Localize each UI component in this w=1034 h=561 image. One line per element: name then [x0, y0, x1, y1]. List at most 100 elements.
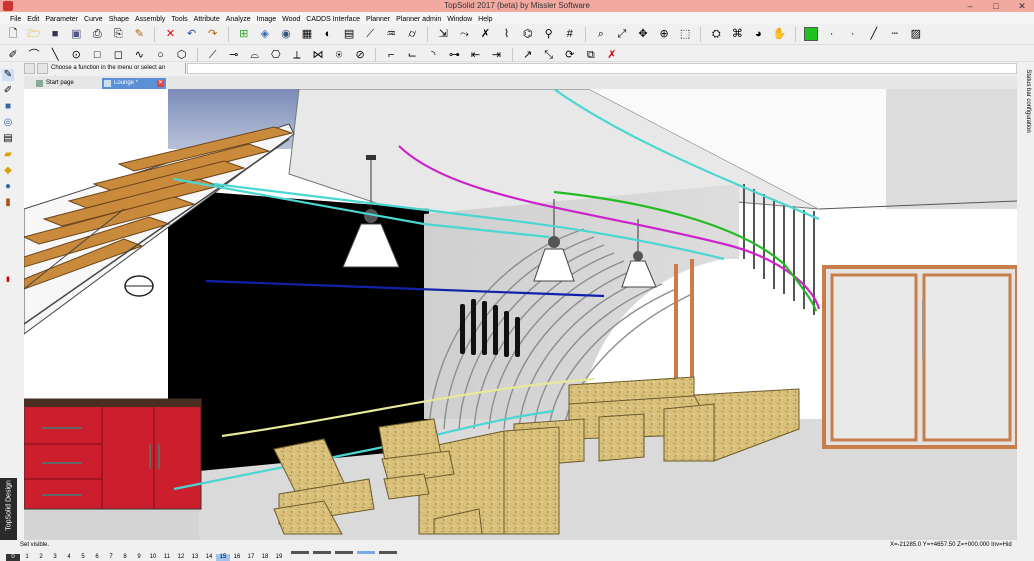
polygon-icon[interactable]: ⬡	[175, 48, 189, 62]
layer-button[interactable]: 16	[230, 554, 244, 561]
close-tab-icon[interactable]: ✕	[157, 80, 164, 87]
line-style-icon[interactable]: ╱	[867, 27, 881, 41]
point-icon[interactable]: ⊙	[69, 48, 83, 62]
undo-icon[interactable]: ↶	[185, 27, 199, 41]
corner-icon[interactable]: ⌐	[384, 48, 398, 62]
line-swatch[interactable]	[357, 551, 376, 554]
layer-button[interactable]: 0	[6, 554, 20, 561]
snap-icon[interactable]: ⤳	[457, 27, 471, 41]
layer-button[interactable]: 13	[188, 554, 202, 561]
zoom-window-icon[interactable]: ⌕	[594, 27, 608, 41]
select-icon[interactable]: ✎	[2, 69, 14, 81]
chamfer-icon[interactable]: ⎔	[269, 48, 283, 62]
eye-icon[interactable]: ◕	[751, 27, 765, 41]
delete-element-icon[interactable]: ✗	[605, 48, 619, 62]
pan-icon[interactable]: ✥	[636, 27, 650, 41]
layer-button[interactable]: 6	[90, 554, 104, 561]
delete-icon[interactable]: ✕	[164, 27, 178, 41]
stretch-icon[interactable]: ⇤	[468, 48, 482, 62]
layer-button[interactable]: 10	[146, 554, 160, 561]
layer-button[interactable]: 14	[202, 554, 216, 561]
cylinder-icon[interactable]: ⌭	[405, 27, 419, 41]
layer-button[interactable]: 11	[160, 554, 174, 561]
arc-icon[interactable]: ◝	[426, 48, 440, 62]
move-icon[interactable]: ↗	[521, 48, 535, 62]
rectangle-icon[interactable]: □	[90, 48, 104, 62]
lamp-icon[interactable]: ♒	[384, 27, 398, 41]
print-preview-icon[interactable]: ⎘	[111, 27, 125, 41]
tab-lounge[interactable]: Lounge * ✕	[102, 78, 166, 89]
sphere-icon[interactable]: ●	[2, 181, 14, 193]
view-top-icon[interactable]: ⌘	[730, 27, 744, 41]
frame-icon[interactable]: ⬚	[678, 27, 692, 41]
command-input[interactable]	[187, 63, 1017, 74]
hand-icon[interactable]: ✋	[772, 27, 787, 41]
wall-icon[interactable]: ▤	[342, 27, 356, 41]
color-icon[interactable]	[803, 27, 818, 41]
pick-icon[interactable]: ⇲	[436, 27, 450, 41]
new-icon[interactable]: 🗋	[6, 27, 20, 41]
trim-icon[interactable]: ⟋	[206, 48, 220, 62]
folder-icon[interactable]: ▰	[2, 149, 14, 161]
tree-icon[interactable]: ⊞	[237, 27, 251, 41]
align-icon[interactable]: ⇥	[490, 48, 504, 62]
camera-icon[interactable]: ◐	[321, 27, 335, 41]
cube-icon[interactable]: ■	[2, 101, 14, 113]
minimize-icon[interactable]: –	[958, 0, 982, 12]
copy-icon[interactable]: ⧉	[584, 48, 598, 62]
3d-viewport[interactable]	[24, 89, 1017, 540]
zoom-icon[interactable]: ⊕	[657, 27, 671, 41]
point-style-icon[interactable]: ·	[825, 27, 839, 41]
layer-button[interactable]: 12	[174, 554, 188, 561]
zoom-all-icon[interactable]: ⤢	[615, 27, 629, 41]
hatch-icon[interactable]: ▨	[909, 27, 923, 41]
orbit-icon[interactable]: ◎	[2, 117, 14, 129]
line-swatch[interactable]	[379, 551, 398, 554]
edit-icon[interactable]: ✐	[2, 85, 14, 97]
layer-button[interactable]: 7	[104, 554, 118, 561]
close-icon[interactable]: ✕	[1010, 0, 1034, 12]
split-icon[interactable]: ⊶	[447, 48, 461, 62]
stairs-icon[interactable]: ⟋	[363, 27, 377, 41]
point-size-icon[interactable]: ·	[846, 27, 860, 41]
layer-button[interactable]: 9	[132, 554, 146, 561]
print-icon[interactable]: ⎙	[90, 27, 104, 41]
right-side-panel[interactable]: Status bar configuration	[1022, 62, 1034, 540]
polyline-icon[interactable]: ⌒	[27, 48, 41, 62]
mirror-icon[interactable]: ⋈	[311, 48, 325, 62]
project-icon[interactable]: ⍟	[332, 48, 346, 62]
hook-icon[interactable]: ⚲	[542, 27, 556, 41]
info-icon[interactable]	[37, 63, 48, 74]
tab-start-page[interactable]: Start page	[34, 78, 89, 89]
spline-icon[interactable]: ∿	[132, 48, 146, 62]
circle-icon[interactable]: ○	[153, 48, 167, 62]
layer-button[interactable]: 17	[244, 554, 258, 561]
layer-button[interactable]: 19	[272, 554, 286, 561]
layer-button[interactable]: 1	[20, 554, 34, 561]
rotate-icon[interactable]: ⟳	[563, 48, 577, 62]
section-icon[interactable]: ⌬	[521, 27, 535, 41]
line-icon[interactable]: ╲	[48, 48, 62, 62]
brush-icon[interactable]: ✎	[132, 27, 146, 41]
image-icon[interactable]: ▦	[300, 27, 314, 41]
grid-icon[interactable]: #	[563, 27, 577, 41]
save-all-icon[interactable]: ▣	[69, 27, 83, 41]
maximize-icon[interactable]: □	[984, 0, 1008, 12]
line-swatch[interactable]	[313, 551, 332, 554]
offset-icon[interactable]: ⟂	[290, 48, 304, 62]
break-icon[interactable]: ⊘	[353, 48, 367, 62]
fillet-icon[interactable]: ⌓	[248, 48, 262, 62]
layer-button[interactable]: 2	[34, 554, 48, 561]
extend-icon[interactable]: ⊸	[227, 48, 241, 62]
pdf-icon[interactable]: ▮	[2, 274, 14, 286]
dimension-icon[interactable]: ⌇	[500, 27, 514, 41]
layer-button[interactable]: 18	[258, 554, 272, 561]
open-icon[interactable]: 🗁	[27, 27, 41, 41]
layer-button[interactable]: 3	[48, 554, 62, 561]
join-icon[interactable]: ⌙	[405, 48, 419, 62]
layers-icon[interactable]: ◈	[258, 27, 272, 41]
material-icon[interactable]: ▮	[2, 197, 14, 209]
sketch-icon[interactable]: ✐	[6, 48, 20, 62]
library-icon[interactable]: ◆	[2, 165, 14, 177]
section-view-icon[interactable]: ▤	[2, 133, 14, 145]
